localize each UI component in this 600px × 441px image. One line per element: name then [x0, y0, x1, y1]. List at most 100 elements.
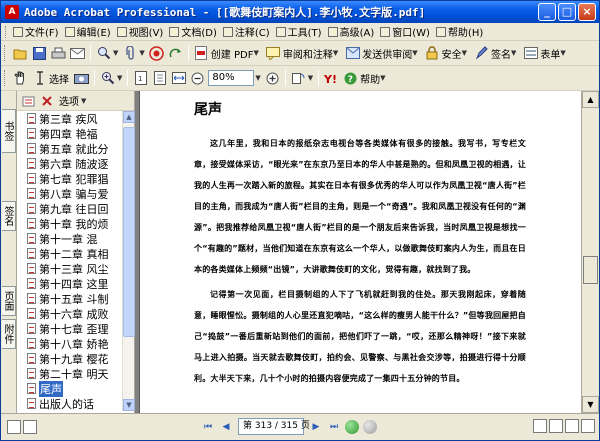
- menu-grip[interactable]: [5, 25, 8, 38]
- bookmark-item[interactable]: 第二十章 明天: [17, 366, 123, 381]
- go-back-button[interactable]: [345, 419, 359, 434]
- bookmark-item[interactable]: 第十五章 斗制: [17, 291, 123, 306]
- continuous-icon[interactable]: [549, 419, 563, 433]
- stamp-icon[interactable]: [148, 45, 165, 62]
- bookmark-item[interactable]: 第十一章 混: [17, 231, 123, 246]
- bookmark-item[interactable]: 第六章 随波逐: [17, 156, 123, 171]
- help-button[interactable]: ? 帮助 ▼: [341, 70, 387, 87]
- sign-button[interactable]: 签名 ▼: [472, 45, 518, 62]
- open-icon[interactable]: [12, 45, 29, 62]
- zoom-dropdown-arrow[interactable]: ▼: [117, 74, 122, 82]
- fit-width-icon[interactable]: [170, 70, 187, 87]
- zoom-in-button[interactable]: [264, 70, 281, 87]
- fit-page-icon[interactable]: [151, 70, 168, 87]
- scroll-down-arrow[interactable]: ▼: [582, 396, 599, 413]
- next-page-button[interactable]: ▶: [308, 419, 324, 435]
- tab-bookmarks[interactable]: 书签: [2, 109, 16, 153]
- bookmark-options-button[interactable]: 选项 ▼: [59, 93, 88, 109]
- close-button[interactable]: ×: [578, 3, 596, 21]
- print-icon[interactable]: [50, 45, 67, 62]
- single-page-icon[interactable]: [533, 419, 547, 433]
- redo-icon[interactable]: [167, 45, 184, 62]
- zoom-out-button[interactable]: [189, 70, 206, 87]
- menu-view[interactable]: 视图(V): [116, 24, 163, 39]
- expand-bookmark-icon[interactable]: [21, 94, 35, 108]
- find-icon[interactable]: [95, 45, 112, 62]
- rotate-dropdown-arrow[interactable]: ▼: [308, 74, 313, 82]
- select-tool-button[interactable]: 选择: [30, 70, 69, 87]
- bookmark-item[interactable]: 第十六章 成败: [17, 306, 123, 321]
- menu-help[interactable]: 帮助(H): [435, 24, 483, 39]
- bookmarks-scrollbar[interactable]: ▲ ▼: [122, 111, 135, 411]
- tab-pages[interactable]: 页面: [2, 286, 16, 316]
- menu-window[interactable]: 窗口(W): [380, 24, 430, 39]
- tab-attachments[interactable]: 附件: [2, 319, 16, 349]
- title-bar[interactable]: A Adobe Acrobat Professional - [[歌舞伎町案内人…: [1, 1, 599, 23]
- tab-signatures[interactable]: 签名: [2, 201, 16, 231]
- toolbar-grip[interactable]: [4, 70, 7, 86]
- menu-file[interactable]: 文件(F): [13, 24, 59, 39]
- find-dropdown-arrow[interactable]: ▼: [113, 49, 118, 57]
- bookmark-item[interactable]: 第五章 就此分: [17, 141, 123, 156]
- bookmark-item[interactable]: 第八章 骗与爱: [17, 186, 123, 201]
- scroll-thumb[interactable]: [123, 127, 135, 337]
- send-for-review-button[interactable]: 发送供审阅 ▼: [343, 45, 419, 62]
- continuous-facing-icon[interactable]: [581, 419, 595, 433]
- zoom-level-dropdown-arrow[interactable]: ▼: [255, 74, 260, 82]
- attach-dropdown-arrow[interactable]: ▼: [139, 49, 144, 57]
- bookmark-item[interactable]: 第十四章 这里: [17, 276, 123, 291]
- bookmark-item[interactable]: 第四章 艳福: [17, 126, 123, 141]
- page-layout-icon[interactable]: [7, 420, 21, 434]
- scroll-thumb[interactable]: [583, 256, 598, 284]
- scroll-up-arrow[interactable]: ▲: [123, 111, 135, 123]
- secure-button[interactable]: 安全 ▼: [423, 45, 469, 62]
- menu-edit[interactable]: 编辑(E): [64, 24, 111, 39]
- document-view[interactable]: 尾声 这几年里，我和日本的报纸杂志电视台等各类媒体有很多的接触。我写书，写专栏文…: [135, 91, 581, 413]
- bookmark-item[interactable]: 第十九章 樱花: [17, 351, 123, 366]
- menu-comment[interactable]: 注释(C): [222, 24, 270, 39]
- attach-icon[interactable]: [121, 45, 138, 62]
- snapshot-icon[interactable]: [73, 70, 90, 87]
- scroll-up-arrow[interactable]: ▲: [582, 91, 599, 108]
- minimize-button[interactable]: _: [538, 3, 556, 21]
- forms-button[interactable]: 表单 ▼: [521, 45, 567, 62]
- bookmark-item[interactable]: 第七章 犯罪猖: [17, 171, 123, 186]
- review-comment-button[interactable]: 审阅和注释 ▼: [264, 45, 340, 62]
- bookmark-item[interactable]: 出版人的话: [17, 396, 123, 411]
- first-page-button[interactable]: ⏮: [200, 419, 216, 435]
- bookmark-item[interactable]: 第十七章 歪理: [17, 321, 123, 336]
- zoom-in-icon[interactable]: [99, 70, 116, 87]
- svg-text:Y!: Y!: [324, 73, 337, 85]
- bookmark-item[interactable]: 第十三章 风尘: [17, 261, 123, 276]
- zoom-level-input[interactable]: 80%: [208, 70, 255, 86]
- menu-document[interactable]: 文档(D): [169, 24, 217, 39]
- last-page-button[interactable]: ⏭: [326, 419, 342, 435]
- page-heading: 尾声: [194, 102, 222, 118]
- delete-bookmark-icon[interactable]: [40, 94, 54, 108]
- bookmark-item[interactable]: 第九章 往日回: [17, 201, 123, 216]
- actual-size-icon[interactable]: 1: [132, 70, 149, 87]
- scroll-down-arrow[interactable]: ▼: [123, 399, 135, 411]
- page-number-field[interactable]: 第 313 / 315 页: [238, 418, 310, 435]
- page-size-icon[interactable]: [23, 420, 37, 434]
- menu-advanced[interactable]: 高级(A): [327, 24, 374, 39]
- document-scrollbar[interactable]: ▲ ▼: [581, 91, 599, 413]
- maximize-button[interactable]: □: [558, 3, 576, 21]
- yahoo-search-icon[interactable]: Y!: [323, 70, 340, 87]
- bookmark-item[interactable]: 第十章 我的烦: [17, 216, 123, 231]
- menu-tools[interactable]: 工具(T): [275, 24, 322, 39]
- bookmark-item[interactable]: 第三章 疾风: [17, 111, 123, 126]
- go-forward-button[interactable]: [363, 419, 377, 434]
- save-icon[interactable]: [31, 45, 48, 62]
- toolbar-grip[interactable]: [4, 45, 7, 61]
- bookmark-item[interactable]: 尾声: [17, 380, 123, 397]
- rotate-view-icon[interactable]: [290, 70, 307, 87]
- previous-page-button[interactable]: ◀: [218, 419, 234, 435]
- hand-tool-icon[interactable]: [12, 70, 29, 87]
- bookmark-item[interactable]: 第十二章 真相: [17, 246, 123, 261]
- bookmark-item[interactable]: 第十八章 娇艳: [17, 336, 123, 351]
- acrobat-app-icon[interactable]: A: [5, 5, 19, 19]
- email-icon[interactable]: [69, 45, 86, 62]
- create-pdf-button[interactable]: 创建 PDF ▼: [192, 45, 261, 62]
- facing-icon[interactable]: [565, 419, 579, 433]
